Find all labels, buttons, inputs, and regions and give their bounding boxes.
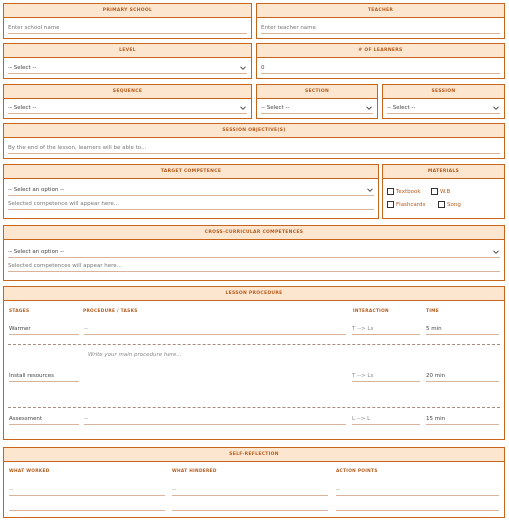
interaction-install-input[interactable]: T --> Ls [352,371,420,382]
chevron-down-icon [240,65,246,71]
school-panel: PRIMARY SCHOOL Enter school name [3,3,252,39]
learners-panel: # OF LEARNERS 0 [256,43,505,79]
cross-curricular-label: CROSS-CURRICULAR COMPETENCES [4,226,504,240]
cross-curricular-select[interactable]: -- Select an option -- [8,246,500,258]
target-competence-select-value: -- Select an option -- [8,187,65,193]
cross-curricular-panel: CROSS-CURRICULAR COMPETENCES -- Select a… [3,225,505,281]
session-label: SESSION [383,85,504,99]
teacher-panel: TEACHER Enter teacher name [256,3,505,39]
interaction-warmer-input[interactable]: T --> Ls [352,324,420,335]
lesson-procedure-label: LESSON PROCEDURE [4,287,504,301]
teacher-label: TEACHER [257,4,504,18]
session-select-value: -- Select -- [387,105,416,111]
what-hindered-input[interactable]: -- [172,485,328,496]
interaction-assessment-input[interactable]: L --> L [352,414,420,425]
time-assessment-input[interactable]: 15 min [426,414,499,425]
section-label: SECTION [257,85,377,99]
action-points-input[interactable]: -- [336,485,499,496]
self-reflection-label: SELF-REFLECTION [4,448,504,462]
material-textbook-checkbox[interactable]: Textbook [387,188,421,195]
session-panel: SESSION -- Select -- [382,84,505,119]
target-competence-label: TARGET COMPETENCE [4,165,378,179]
materials-label: MATERIALS [383,165,504,179]
school-label: PRIMARY SCHOOL [4,4,251,18]
level-select-value: -- Select -- [8,65,37,71]
material-wb-checkbox[interactable]: W.B [431,188,450,195]
divider [8,407,500,408]
level-panel: LEVEL -- Select -- [3,43,252,79]
checkbox-icon [387,201,394,208]
objectives-label: SESSION OBJECTIVE(S) [4,124,504,138]
stage-install-input[interactable]: Install resources [9,371,79,382]
cross-curricular-output: Selected competences will appear here... [8,260,500,272]
divider [8,344,500,345]
chevron-down-icon [493,105,499,111]
school-name-input[interactable]: Enter school name [8,22,247,34]
level-label: LEVEL [4,44,251,58]
column-what-hindered: WHAT HINDERED [172,469,217,474]
session-select[interactable]: -- Select -- [387,102,500,114]
column-stages: STAGES [9,309,30,314]
column-interaction: INTERACTION [353,309,389,314]
section-panel: SECTION -- Select -- [256,84,378,119]
cross-curricular-select-value: -- Select an option -- [8,249,65,255]
action-points-extra[interactable] [336,500,499,511]
chevron-down-icon [366,105,372,111]
sequence-select[interactable]: -- Select -- [8,102,247,114]
column-what-worked: WHAT WORKED [9,469,50,474]
target-competence-output: Selected competence will appear here... [8,198,374,210]
time-warmer-input[interactable]: 5 min [426,324,499,335]
target-competence-panel: TARGET COMPETENCE -- Select an option --… [3,164,379,219]
chevron-down-icon [493,249,499,255]
target-competence-select[interactable]: -- Select an option -- [8,184,374,196]
material-label: Textbook [396,188,421,195]
what-hindered-extra[interactable] [172,500,328,511]
stage-assessment-input[interactable]: Assessment [9,414,79,425]
chevron-down-icon [367,187,373,193]
objectives-input[interactable]: By the end of the lesson, learners will … [8,142,500,154]
chevron-down-icon [240,105,246,111]
sequence-label: SEQUENCE [4,85,251,99]
material-flashcards-checkbox[interactable]: Flashcards [387,201,425,208]
lesson-procedure-panel: LESSON PROCEDURE STAGES PROCEDURE / TASK… [3,286,505,440]
learners-label: # OF LEARNERS [257,44,504,58]
section-select[interactable]: -- Select -- [261,102,373,114]
time-install-input[interactable]: 20 min [426,371,499,382]
checkbox-icon [387,188,394,195]
main-procedure-input[interactable]: Write your main procedure here... [88,350,498,362]
task-warmer-input[interactable]: -- [84,324,346,335]
what-worked-extra[interactable] [9,500,165,511]
sequence-select-value: -- Select -- [8,105,37,111]
stage-warmer-input[interactable]: Warmer [9,324,79,335]
materials-panel: MATERIALS Textbook W.B Flashcards Song [382,164,505,219]
checkbox-icon [438,201,445,208]
objectives-panel: SESSION OBJECTIVE(S) By the end of the l… [3,123,505,159]
column-time: TIME [426,309,439,314]
level-select[interactable]: -- Select -- [8,62,247,74]
checkbox-icon [431,188,438,195]
column-procedure: PROCEDURE / TASKS [83,309,138,314]
what-worked-input[interactable]: -- [9,485,165,496]
sequence-panel: SEQUENCE -- Select -- [3,84,252,119]
column-action-points: ACTION POINTS [336,469,378,474]
learners-count-input[interactable]: 0 [261,62,500,74]
task-assessment-input[interactable]: -- [84,414,346,425]
self-reflection-panel: SELF-REFLECTION WHAT WORKED WHAT HINDERE… [3,447,505,518]
material-label: Flashcards [396,201,426,208]
material-label: W.B [440,188,451,195]
material-song-checkbox[interactable]: Song [438,201,461,208]
section-select-value: -- Select -- [261,105,290,111]
teacher-name-input[interactable]: Enter teacher name [261,22,500,34]
material-label: Song [447,201,461,208]
